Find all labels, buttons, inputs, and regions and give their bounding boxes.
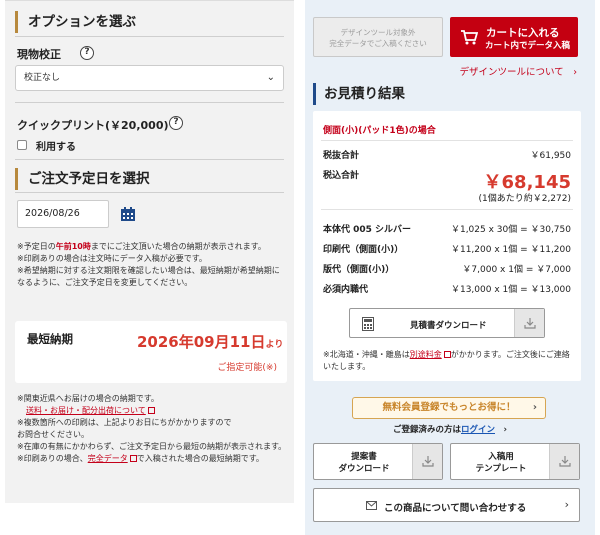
login-link[interactable]: ログイン [461, 425, 495, 435]
order-notes: ※予定日の午前10時までにご注文頂いた場合の納期が表示されます。 ※印刷ありの場… [17, 242, 280, 287]
shipping-link[interactable]: 送料・お届け・配分出荷について [26, 406, 146, 415]
help-icon[interactable]: ? [80, 46, 94, 60]
subtotal-value: ￥61,950 [530, 151, 572, 161]
shortest-title: 最短納期 [27, 332, 73, 346]
shortest-sub: ご指定可能(※) [217, 363, 277, 373]
labor-cost-label: 必須内職代 [323, 285, 369, 295]
download-icon-area [412, 444, 442, 479]
product-inquiry-button[interactable]: この商品について問い合わせする › [313, 488, 580, 522]
print-cost-label: 印刷代（側面(小)） [323, 245, 404, 255]
options-title: オプションを選ぶ [15, 11, 136, 33]
download-icon [524, 318, 536, 329]
result-box: 側面(小)(パッド1色)の場合 税抜合計 ￥61,950 税込合計 ￥68,14… [313, 111, 581, 381]
calculator-icon [362, 317, 374, 331]
proof-select[interactable]: 校正なし ⌄ [15, 65, 284, 91]
member-register-button[interactable]: 無料会員登録でもっとお得に！ › [352, 397, 546, 419]
estimate-panel: デザインツール対象外 完全データでご入稿ください カートに入れる カート内でデー… [305, 0, 595, 535]
quote-download-button[interactable]: 見積書ダウンロード [349, 308, 545, 338]
design-tool-link[interactable]: デザインツールについて › [459, 64, 577, 78]
help-icon[interactable]: ? [169, 116, 183, 130]
proof-select-value: 校正なし [24, 73, 61, 83]
external-link-icon [129, 455, 137, 462]
total-label: 税込合計 [323, 171, 360, 181]
complete-data-link[interactable]: 完全データ [88, 454, 128, 463]
plate-cost-value: ￥7,000 x 1個 = ￥7,000 [462, 265, 571, 275]
chevron-down-icon: ⌄ [266, 72, 275, 83]
order-date-input[interactable]: 2026/08/26 [17, 200, 109, 228]
calendar-icon[interactable] [120, 206, 136, 222]
case-label: 側面(小)(パッド1色)の場合 [323, 126, 436, 136]
external-link-icon [443, 351, 451, 358]
options-panel: オプションを選ぶ 現物校正 ? 校正なし ⌄ クイックプリント(￥20,000)… [5, 0, 294, 503]
add-to-cart-button[interactable]: カートに入れる カート内でデータ入稿 [450, 17, 578, 57]
divider [15, 102, 284, 103]
delivery-notes: ※関東近県へお届けの場合の納期です。 送料・お届け・配分出荷について ※複数箇所… [17, 394, 287, 463]
login-prompt: ご登録済みの方はログイン › [392, 425, 508, 435]
external-link-icon [147, 407, 155, 414]
mail-icon [366, 501, 377, 510]
subtotal-label: 税抜合計 [323, 151, 360, 161]
divider [15, 36, 284, 37]
download-icon [559, 456, 571, 467]
remote-area-note: ※北海道・沖縄・離島は別途料金 がかかります。ご注文後にご連絡いたします。 [323, 350, 570, 371]
order-date-title: ご注文予定日を選択 [15, 168, 150, 190]
body-cost-value: ￥1,025 x 30個 = ￥30,750 [450, 225, 571, 235]
proposal-download-button[interactable]: 提案書 ダウンロード [313, 443, 443, 480]
body-cost-label: 本体代 005 シルバー [323, 225, 412, 235]
chevron-right-icon: › [532, 402, 537, 413]
quick-print-label: クイックプリント(￥20,000) [17, 119, 169, 132]
result-title: お見積り結果 [313, 83, 579, 105]
proof-label: 現物校正 [17, 48, 61, 61]
template-download-button[interactable]: 入稿用 テンプレート [450, 443, 580, 480]
design-tool-button[interactable]: デザインツール対象外 完全データでご入稿ください [313, 17, 443, 57]
per-unit-value: (1個あたり約￥2,272) [478, 194, 571, 204]
quick-print-check-label[interactable]: 利用する [36, 138, 76, 153]
shortest-date: 2026年09月11日より [137, 333, 284, 351]
divider [15, 192, 284, 193]
divider [321, 209, 573, 210]
chevron-right-icon: › [564, 498, 569, 511]
download-icon-area [514, 309, 544, 337]
plate-cost-label: 版代（側面(小)） [323, 265, 395, 275]
extra-fee-link[interactable]: 別途料金 [410, 350, 442, 359]
shortest-delivery-box: 最短納期 2026年09月11日より ご指定可能(※) [15, 321, 287, 383]
quick-print-checkbox[interactable] [17, 140, 27, 150]
divider [321, 140, 573, 141]
divider [15, 159, 284, 160]
print-cost-value: ￥11,200 x 1個 = ￥11,200 [450, 245, 571, 255]
cart-icon [461, 30, 478, 45]
download-icon [422, 456, 434, 467]
labor-cost-value: ￥13,000 x 1個 = ￥13,000 [450, 285, 571, 295]
download-icon-area [549, 444, 579, 479]
